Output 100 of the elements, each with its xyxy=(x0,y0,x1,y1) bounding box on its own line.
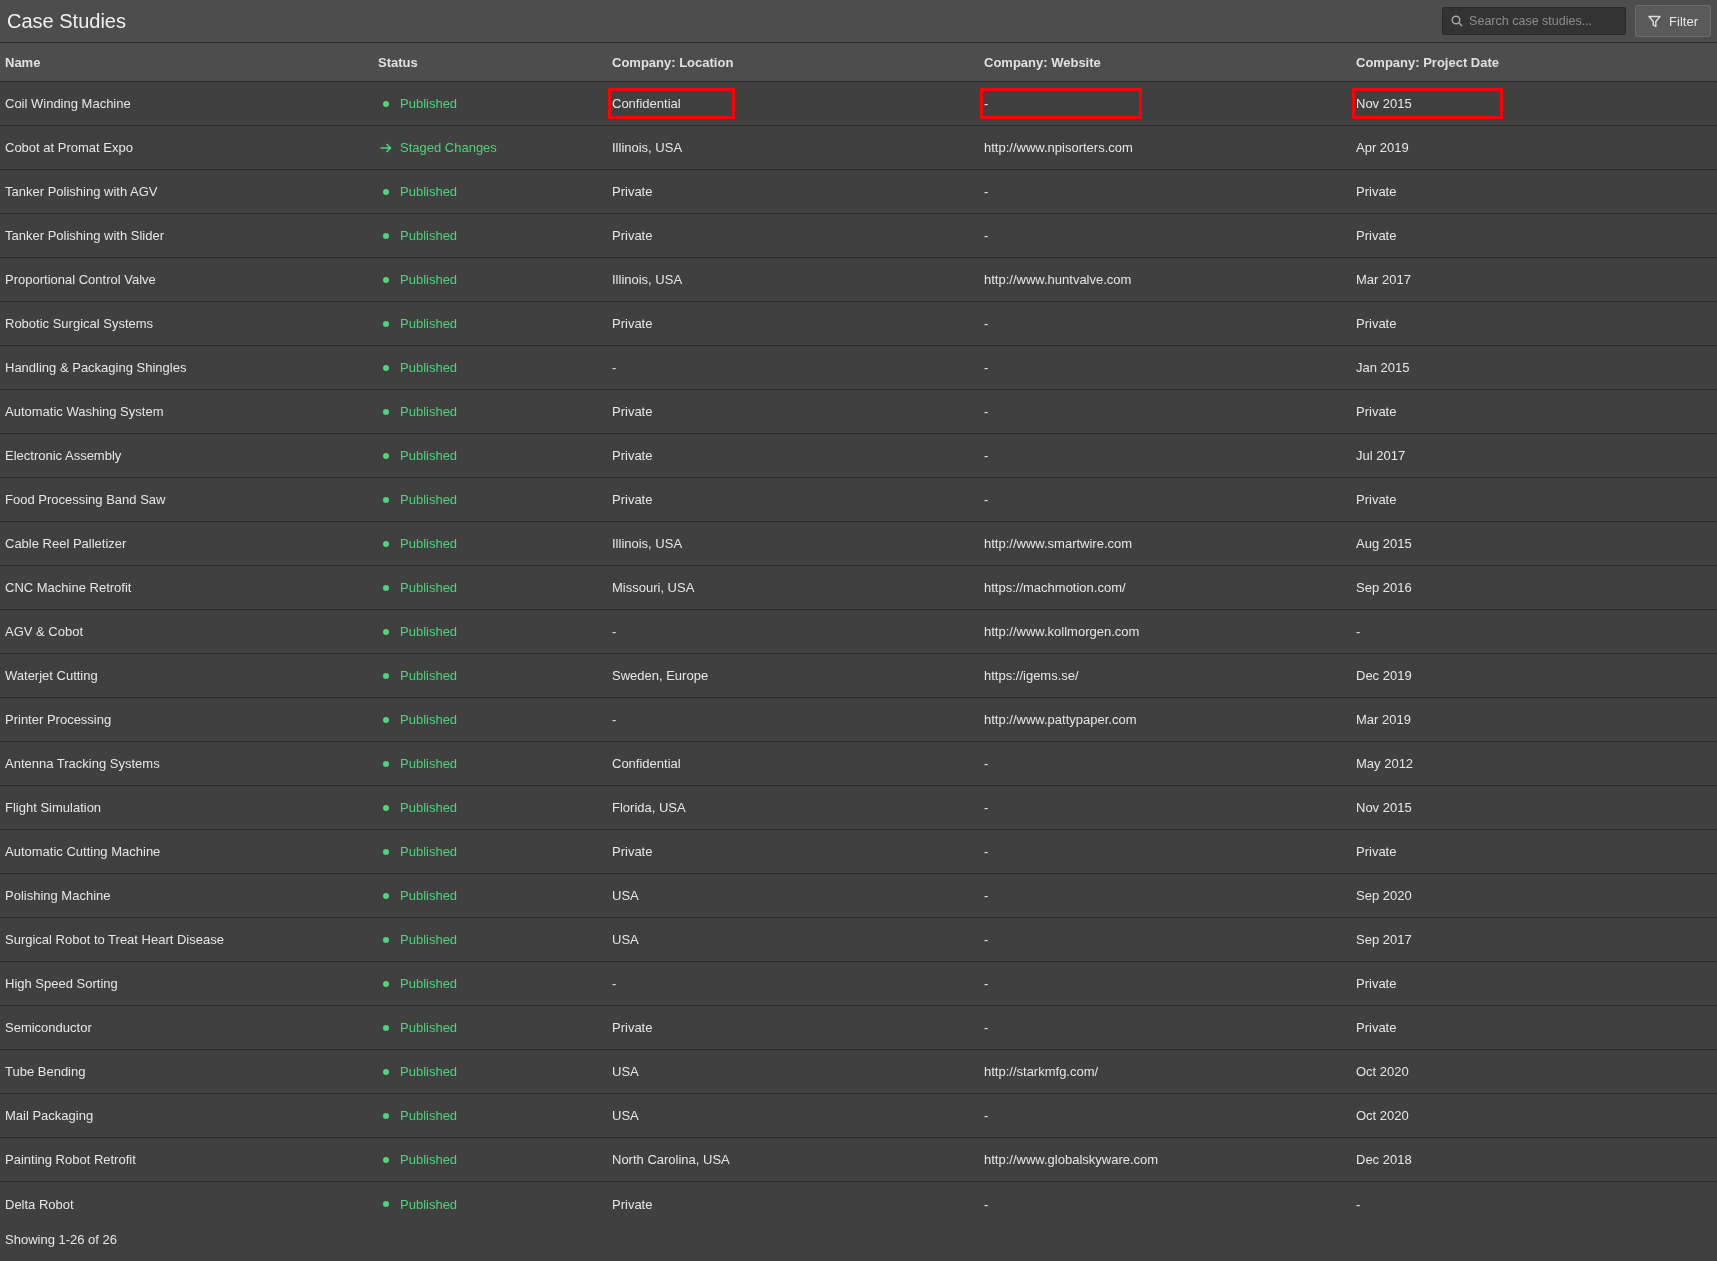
table-cell: Missouri, USA xyxy=(612,580,695,595)
table-cell: Proportional Control Valve xyxy=(5,272,156,287)
table-cell: - xyxy=(984,1020,989,1035)
table-cell: http://starkmfg.com/ xyxy=(984,1064,1099,1079)
status-dot-icon xyxy=(383,320,389,327)
table-cell: Private xyxy=(612,844,653,859)
table-cell: - xyxy=(612,976,617,991)
table-cell: Private xyxy=(1356,228,1397,243)
table-cell: Private xyxy=(1356,404,1397,419)
status-dot-icon xyxy=(383,584,389,591)
table-cell: - xyxy=(1356,1196,1361,1212)
table-cell: Electronic Assembly xyxy=(5,448,122,463)
status-label: Staged Changes xyxy=(400,140,497,155)
status-dot-icon xyxy=(383,760,389,767)
status-dot-icon xyxy=(383,1201,389,1207)
table-cell: Surgical Robot to Treat Heart Disease xyxy=(5,932,224,947)
table-cell: Mar 2017 xyxy=(1356,272,1411,287)
table-cell: Printer Processing xyxy=(5,712,112,727)
status-dot-icon xyxy=(383,1112,389,1119)
table-cell: - xyxy=(984,316,989,331)
table-cell: Automatic Washing System xyxy=(5,404,164,419)
table-cell: http://www.pattypaper.com xyxy=(984,712,1137,727)
status-dot-icon xyxy=(383,936,389,943)
table-cell: May 2012 xyxy=(1356,756,1414,771)
table-cell: - xyxy=(984,976,989,991)
table-cell: Mail Packaging xyxy=(5,1108,94,1123)
table-cell: Tanker Polishing with AGV xyxy=(5,184,158,199)
status-label: Published xyxy=(400,800,458,815)
status-dot-icon xyxy=(383,1024,389,1031)
search-field[interactable]: Search case studies... xyxy=(1442,7,1627,35)
search-icon xyxy=(1451,15,1464,27)
column-header[interactable]: Status xyxy=(378,54,418,70)
column-header[interactable]: Company: Location xyxy=(612,54,734,70)
status-dot-icon xyxy=(383,1156,389,1163)
table-cell: - xyxy=(984,360,989,375)
status-label: Published xyxy=(400,580,458,595)
status-label: Published xyxy=(400,1020,458,1035)
table-cell: - xyxy=(612,360,617,375)
table-cell: Dec 2018 xyxy=(1356,1152,1412,1167)
arrow-icon xyxy=(380,142,392,153)
table-cell: Polishing Machine xyxy=(5,888,111,903)
status-label: Published xyxy=(400,1108,458,1123)
table-cell: Handling & Packaging Shingles xyxy=(5,360,187,375)
table-cell: Private xyxy=(1356,1020,1397,1035)
table-cell: Aug 2015 xyxy=(1356,536,1412,551)
table-cell: Private xyxy=(1356,976,1397,991)
status-dot-icon xyxy=(383,100,389,107)
table-cell: Cobot at Promat Expo xyxy=(5,140,133,155)
table-cell: Illinois, USA xyxy=(612,272,683,287)
table-cell: Cable Reel Palletizer xyxy=(5,536,127,551)
status-label: Published xyxy=(400,404,458,419)
column-header[interactable]: Name xyxy=(5,54,41,70)
table-cell: Jul 2017 xyxy=(1356,448,1406,463)
filter-icon xyxy=(1648,14,1662,28)
status-dot-icon xyxy=(383,628,389,635)
status-label: Published xyxy=(400,888,458,903)
table-cell: - xyxy=(612,712,617,727)
status-label: Published xyxy=(400,316,458,331)
table-cell: Sweden, Europe xyxy=(612,668,709,683)
column-header[interactable]: Company: Project Date xyxy=(1356,54,1500,70)
table-cell: https://igems.se/ xyxy=(984,668,1079,683)
table-cell: USA xyxy=(612,1064,639,1079)
table-cell: - xyxy=(984,448,989,463)
status-dot-icon xyxy=(383,232,389,239)
table-cell: Private xyxy=(1356,316,1397,331)
table-cell: AGV & Cobot xyxy=(5,624,84,639)
status-label: Published xyxy=(400,360,458,375)
result-count: Showing 1-26 of 26 xyxy=(5,1232,118,1247)
table-cell: Private xyxy=(612,316,653,331)
status-label: Published xyxy=(400,668,458,683)
table-cell: Private xyxy=(612,448,653,463)
table-cell: http://www.kollmorgen.com xyxy=(984,624,1140,639)
status-dot-icon xyxy=(383,980,389,987)
status-dot-icon xyxy=(383,364,389,371)
column-header[interactable]: Company: Website xyxy=(984,54,1101,70)
table-cell: Private xyxy=(612,228,653,243)
table-cell: Oct 2020 xyxy=(1356,1064,1409,1079)
status-label: Published xyxy=(400,184,458,199)
table-cell: USA xyxy=(612,888,639,903)
table-cell: Sep 2016 xyxy=(1356,580,1412,595)
table-cell: Antenna Tracking Systems xyxy=(5,756,160,771)
status-dot-icon xyxy=(383,892,389,899)
table-cell: Private xyxy=(1356,844,1397,859)
status-label: Published xyxy=(400,1196,458,1212)
table-cell: https://machmotion.com/ xyxy=(984,580,1126,595)
table-cell: Semiconductor xyxy=(5,1020,92,1035)
filter-button[interactable]: Filter xyxy=(1635,5,1711,37)
status-label: Published xyxy=(400,976,458,991)
status-label: Published xyxy=(400,492,458,507)
table-cell: - xyxy=(612,624,617,639)
status-label: Published xyxy=(400,536,458,551)
table-cell: Private xyxy=(612,1196,653,1212)
table-cell: http://www.npisorters.com xyxy=(984,140,1133,155)
table-cell: Coil Winding Machine xyxy=(5,96,131,111)
table-cell: Jan 2015 xyxy=(1356,360,1410,375)
table-cell: - xyxy=(984,184,989,199)
table-cell: Robotic Surgical Systems xyxy=(5,316,154,331)
table-cell: Automatic Cutting Machine xyxy=(5,844,161,859)
status-dot-icon xyxy=(383,408,389,415)
table-cell: - xyxy=(984,932,989,947)
